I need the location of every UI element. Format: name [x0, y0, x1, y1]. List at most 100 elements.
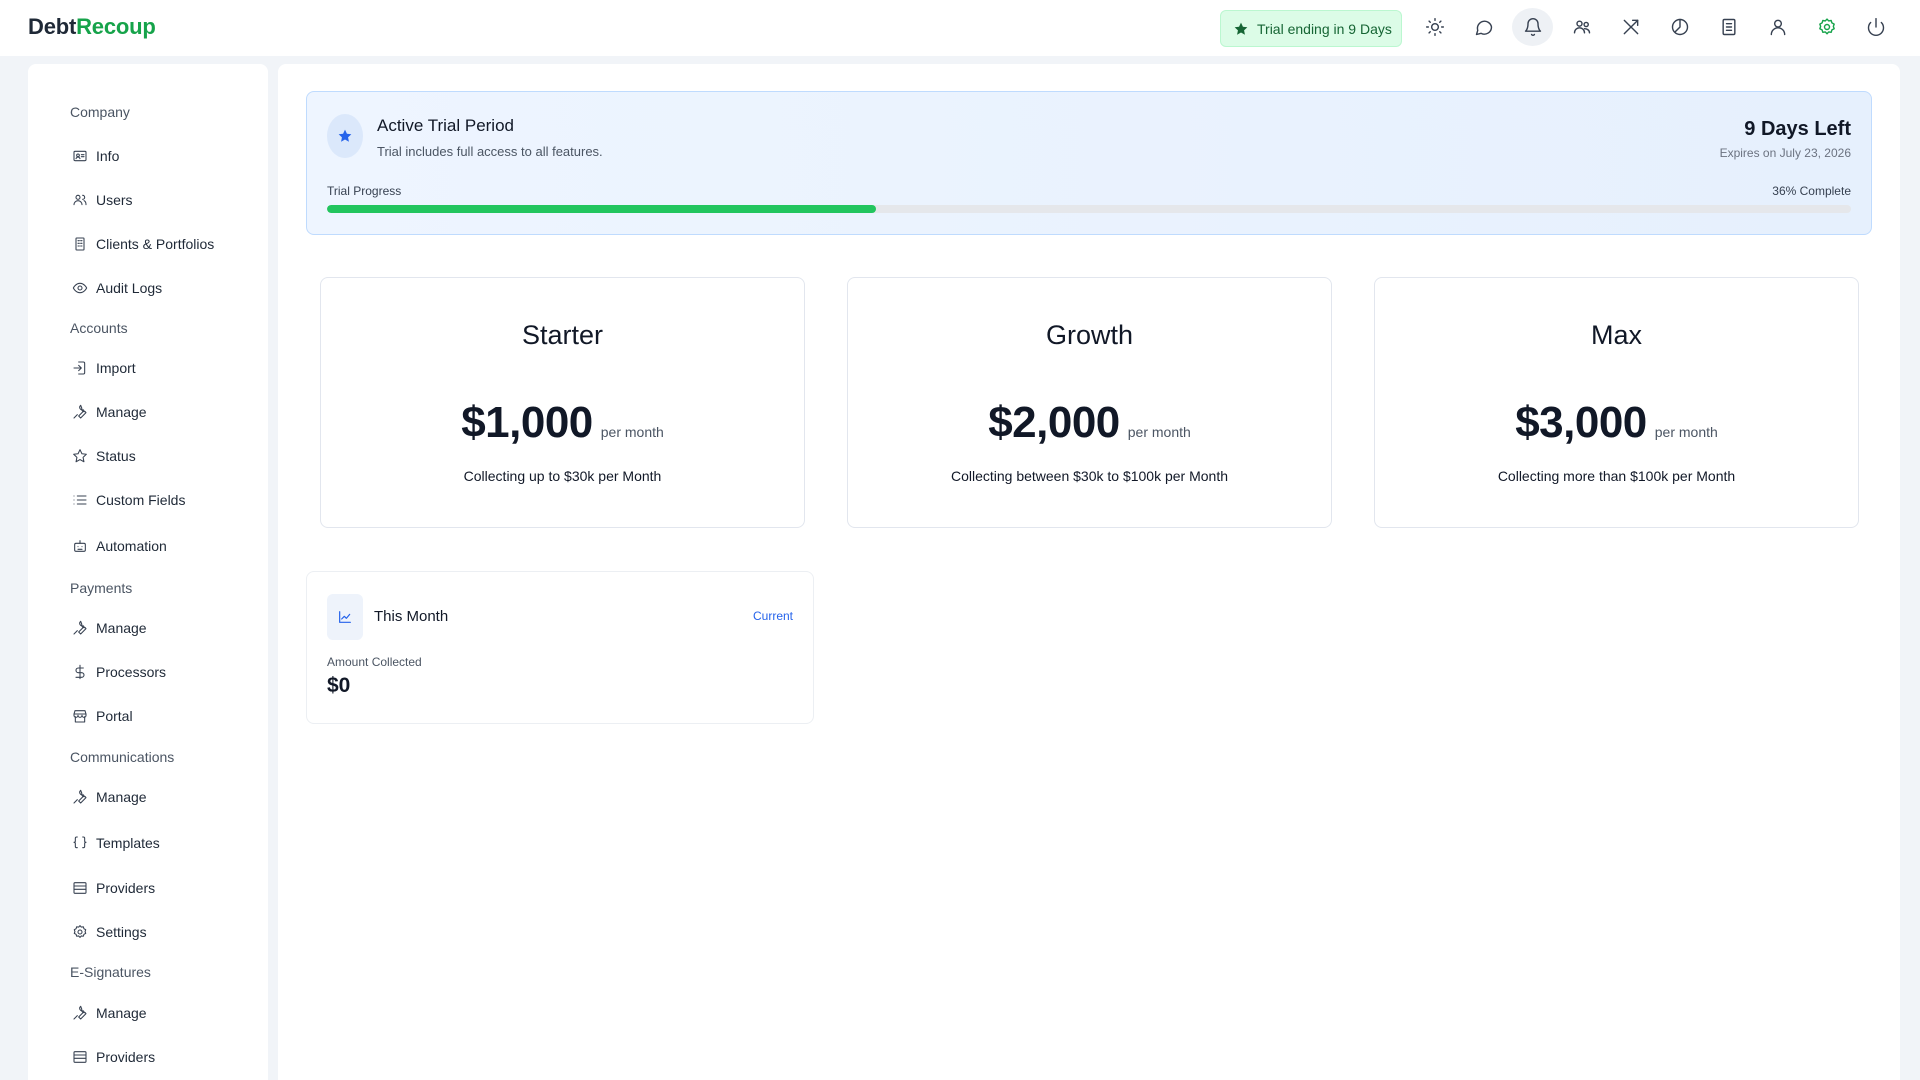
section-title-e-signatures: E-Signatures	[70, 964, 151, 980]
team-icon[interactable]	[1561, 8, 1602, 46]
plan-price: $3,000	[1515, 398, 1647, 447]
trial-progress-label: Trial Progress	[327, 184, 402, 198]
trial-progress-percent: 36% Complete	[1772, 184, 1851, 198]
sidebar-item-communications-providers[interactable]: Providers	[72, 875, 155, 901]
import-icon	[73, 361, 86, 375]
sidebar-item-users[interactable]: Users	[72, 187, 133, 213]
plan-price-row: $3,000 per month	[1375, 398, 1858, 448]
dollar-icon	[75, 664, 85, 680]
plan-card-max[interactable]: Max $3,000 per month Collecting more tha…	[1374, 277, 1859, 528]
section-title-payments: Payments	[70, 580, 133, 596]
trial-subtitle: Trial includes full access to all featur…	[377, 144, 603, 159]
sidebar-item-label: Status	[96, 448, 136, 464]
sidebar-item-label: Manage	[96, 404, 147, 420]
trial-ending-badge[interactable]: Trial ending in 9 Days	[1220, 10, 1402, 47]
id-card-icon	[73, 150, 87, 162]
amount-collected-value: $0	[327, 674, 351, 697]
active-trial-card: Active Trial Period Trial includes full …	[306, 91, 1872, 235]
logo-part-recoup: Recoup	[76, 14, 156, 39]
wrench-icon	[73, 404, 87, 419]
sidebar-item-label: Providers	[96, 1049, 156, 1065]
server-icon	[73, 882, 87, 894]
plan-price: $2,000	[988, 398, 1120, 447]
plan-description: Collecting more than $100k per Month	[1497, 468, 1736, 484]
eye-icon	[72, 282, 88, 294]
amount-collected-label: Amount Collected	[327, 655, 422, 669]
wrench-icon	[73, 620, 87, 635]
trial-star-badge	[327, 114, 363, 158]
list-icon	[73, 495, 87, 505]
bell-icon[interactable]	[1512, 8, 1553, 46]
sidebar-item-esign-manage[interactable]: Manage	[72, 1000, 147, 1026]
server-icon	[73, 1051, 87, 1063]
sidebar-item-esign-providers[interactable]: Providers	[72, 1044, 155, 1070]
sidebar-item-label: Portal	[96, 708, 133, 724]
sidebar-item-settings[interactable]: Settings	[72, 919, 147, 945]
sidebar-item-label: Templates	[96, 835, 160, 851]
building-icon	[75, 237, 85, 251]
clock-icon[interactable]	[1659, 8, 1700, 46]
sidebar-item-audit-logs[interactable]: Audit Logs	[72, 275, 162, 301]
chat-icon[interactable]	[1463, 8, 1504, 46]
sidebar-item-label: Manage	[96, 1005, 147, 1021]
sidebar-item-accounts-manage[interactable]: Manage	[72, 399, 147, 425]
sidebar-item-custom-fields[interactable]: Custom Fields	[72, 487, 185, 513]
sun-icon[interactable]	[1414, 8, 1455, 46]
sidebar-item-templates[interactable]: Templates	[72, 830, 160, 856]
sidebar-item-import[interactable]: Import	[72, 355, 136, 381]
sidebar-item-portal[interactable]: Portal	[72, 703, 133, 729]
sidebar-item-label: Manage	[96, 620, 147, 636]
trial-progress-fill	[327, 205, 876, 213]
sidebar-item-label: Automation	[96, 538, 167, 554]
braces-icon	[73, 836, 87, 849]
plan-period: per month	[1654, 424, 1718, 440]
sidebar-item-processors[interactable]: Processors	[72, 659, 166, 685]
top-bar: DebtRecoup Trial ending in 9 Days	[0, 0, 1920, 56]
plan-period: per month	[1127, 424, 1191, 440]
sidebar-item-status[interactable]: Status	[72, 443, 136, 469]
sidebar-item-payments-manage[interactable]: Manage	[72, 615, 147, 641]
tools-icon[interactable]	[1610, 8, 1651, 46]
plan-description: Collecting up to $30k per Month	[463, 468, 662, 484]
sidebar-item-clients-portfolios[interactable]: Clients & Portfolios	[72, 231, 214, 257]
power-icon[interactable]	[1855, 8, 1896, 46]
this-month-title: This Month	[374, 608, 449, 625]
sidebar-item-label: Settings	[96, 924, 147, 940]
this-month-card: This Month Current Amount Collected $0	[306, 571, 814, 724]
wrench-icon	[73, 789, 87, 804]
wrench-icon	[73, 1005, 87, 1020]
plan-name: Starter	[521, 320, 604, 350]
plan-name: Growth	[1045, 320, 1134, 350]
trial-expiry-date: Expires on July 23, 2026	[1719, 146, 1851, 160]
users-icon	[73, 194, 87, 206]
star-icon	[73, 449, 87, 463]
app-logo[interactable]: DebtRecoup	[28, 14, 156, 40]
settings-sidebar: Company Info Users Clients & Portfolios …	[28, 64, 268, 1080]
sidebar-item-communications-manage[interactable]: Manage	[72, 784, 147, 810]
store-icon	[73, 710, 87, 723]
settings-icon[interactable]	[1806, 8, 1847, 46]
plan-name: Max	[1590, 320, 1642, 350]
logo-part-debt: Debt	[28, 14, 77, 39]
plan-price-row: $1,000 per month	[321, 398, 804, 448]
current-link[interactable]: Current	[753, 609, 793, 623]
trial-badge-text: Trial ending in 9 Days	[1257, 20, 1392, 37]
plan-price-row: $2,000 per month	[848, 398, 1331, 448]
sidebar-item-label: Custom Fields	[96, 492, 186, 508]
ledger-icon[interactable]	[1708, 8, 1749, 46]
chart-badge	[327, 594, 363, 640]
plan-card-growth[interactable]: Growth $2,000 per month Collecting betwe…	[847, 277, 1332, 528]
plan-description: Collecting between $30k to $100k per Mon…	[950, 468, 1229, 484]
plan-card-starter[interactable]: Starter $1,000 per month Collecting up t…	[320, 277, 805, 528]
gear-icon	[73, 925, 87, 938]
sidebar-item-automation[interactable]: Automation	[72, 533, 167, 559]
trial-title: Active Trial Period	[377, 116, 514, 135]
trending-chart-icon	[339, 611, 351, 623]
header-icon-bar	[1414, 8, 1896, 46]
sidebar-item-label: Audit Logs	[96, 280, 163, 296]
sidebar-item-info[interactable]: Info	[72, 143, 119, 169]
sidebar-item-label: Info	[96, 148, 120, 164]
plan-period: per month	[600, 424, 664, 440]
section-title-communications: Communications	[70, 749, 175, 765]
user-icon[interactable]	[1757, 8, 1798, 46]
